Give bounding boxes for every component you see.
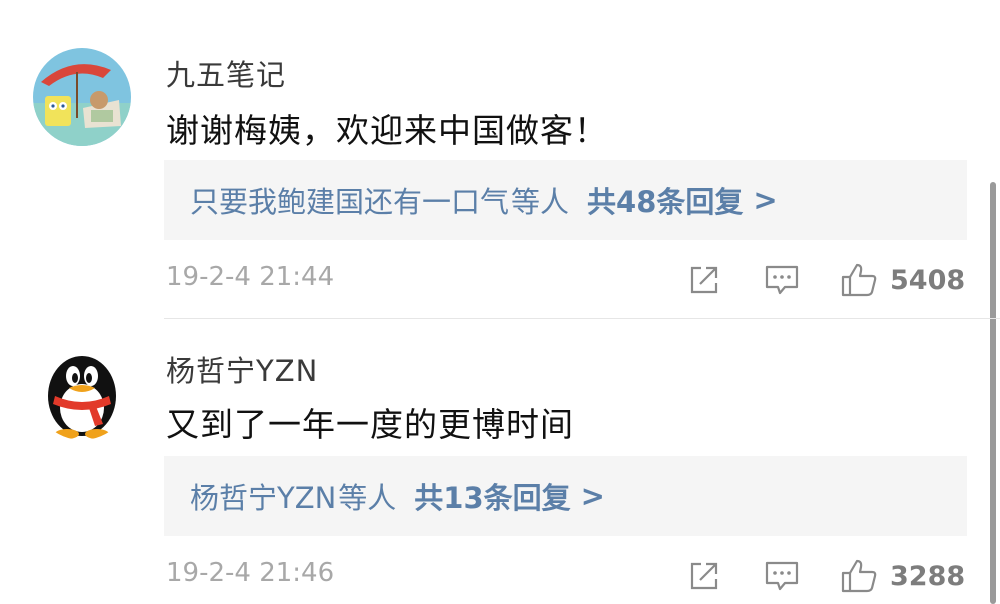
chevron-right-icon: > — [580, 479, 605, 513]
reply-summary[interactable]: 只要我鲍建国还有一口气 等人 共48条回复 > — [164, 160, 967, 240]
comment-icon — [765, 265, 799, 295]
reply-suffix: 等人 — [338, 481, 397, 515]
like-count: 3288 — [890, 560, 966, 592]
reply-summary[interactable]: 杨哲宁YZN 等人 共13条回复 > — [164, 456, 967, 536]
share-button[interactable] — [684, 556, 724, 596]
share-button[interactable] — [684, 260, 724, 300]
username[interactable]: 九五笔记 — [166, 52, 286, 94]
avatar[interactable] — [33, 48, 131, 146]
reply-user-names[interactable]: 只要我鲍建国还有一口气 — [190, 179, 509, 221]
username[interactable]: 杨哲宁YZN — [166, 348, 318, 390]
like-button[interactable]: 3288 — [840, 556, 965, 596]
timestamp: 19-2-4 21:44 — [166, 262, 335, 292]
comment-icon — [765, 561, 799, 591]
comment-meta: 19-2-4 21:44 5408 — [0, 260, 1000, 300]
timestamp: 19-2-4 21:46 — [166, 558, 335, 588]
comment-button[interactable] — [762, 556, 802, 596]
comment-item: 杨哲宁YZN 又到了一年一度的更博时间 杨哲宁YZN 等人 共13条回复 > 1… — [0, 320, 1000, 604]
qq-penguin-avatar-icon — [33, 342, 131, 440]
divider — [164, 318, 1000, 319]
avatar[interactable] — [33, 342, 131, 440]
like-count: 5408 — [890, 264, 966, 296]
share-icon — [690, 562, 718, 590]
like-icon — [841, 559, 877, 593]
chevron-right-icon: > — [753, 183, 778, 217]
reply-count[interactable]: 共48条回复 — [587, 179, 743, 221]
share-icon — [690, 266, 718, 294]
spongebob-avatar-icon — [33, 48, 131, 146]
comment-button[interactable] — [762, 260, 802, 300]
reply-count[interactable]: 共13条回复 — [414, 475, 570, 517]
like-icon — [841, 263, 877, 297]
comment-item: 九五笔记 谢谢梅姨，欢迎来中国做客！ 只要我鲍建国还有一口气 等人 共48条回复… — [0, 0, 1000, 318]
reply-suffix: 等人 — [511, 185, 570, 219]
reply-user-names[interactable]: 杨哲宁YZN — [190, 475, 336, 517]
comment-text: 谢谢梅姨，欢迎来中国做客！ — [166, 111, 608, 150]
comment-meta: 19-2-4 21:46 3288 — [0, 556, 1000, 596]
like-button[interactable]: 5408 — [840, 260, 965, 300]
comment-text: 又到了一年一度的更博时间 — [166, 405, 574, 444]
